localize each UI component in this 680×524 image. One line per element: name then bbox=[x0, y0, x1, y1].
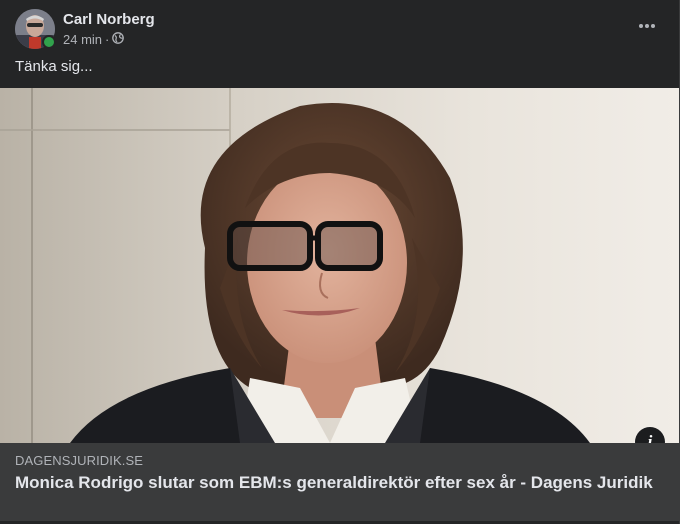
more-options-icon bbox=[639, 24, 655, 28]
post-meta: Carl Norberg 24 min · bbox=[63, 10, 155, 48]
link-preview-card[interactable]: DAGENSJURIDIK.SE Monica Rodrigo slutar s… bbox=[0, 443, 679, 521]
link-title[interactable]: Monica Rodrigo slutar som EBM:s generald… bbox=[15, 473, 655, 493]
online-status-dot bbox=[42, 35, 56, 49]
globe-icon bbox=[112, 31, 125, 48]
separator: · bbox=[105, 32, 110, 47]
post-subline: 24 min · bbox=[63, 31, 155, 48]
post-text: Tänka sig... bbox=[15, 58, 93, 75]
feed-post: Carl Norberg 24 min · Tänka sig... i DAG… bbox=[0, 0, 680, 524]
post-timestamp[interactable]: 24 min bbox=[63, 31, 102, 48]
link-preview-image[interactable] bbox=[0, 88, 679, 443]
post-header: Carl Norberg 24 min · bbox=[15, 9, 155, 49]
author-name[interactable]: Carl Norberg bbox=[63, 10, 155, 29]
avatar[interactable] bbox=[15, 9, 56, 49]
link-domain: DAGENSJURIDIK.SE bbox=[15, 453, 144, 468]
more-options-button[interactable] bbox=[635, 14, 659, 38]
